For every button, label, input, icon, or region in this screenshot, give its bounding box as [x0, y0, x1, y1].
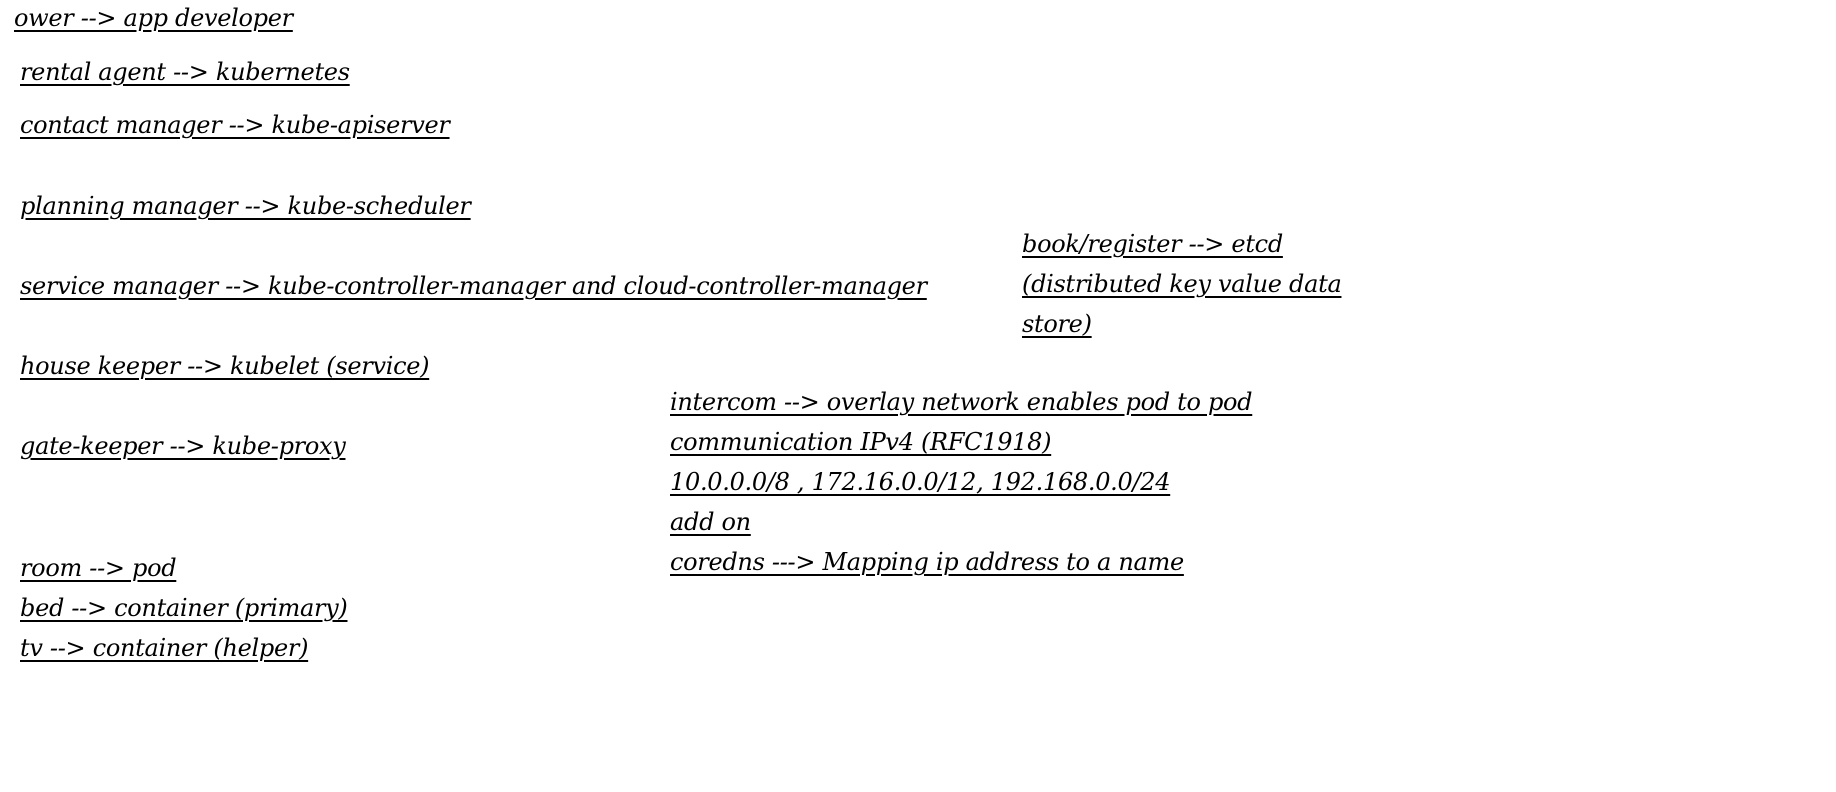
mapping-service-manager: service manager --> kube-controller-mana…	[20, 272, 927, 300]
etcd-note-line: book/register --> etcd	[1022, 230, 1283, 258]
mapping-house-keeper: house keeper --> kubelet (service)	[20, 352, 430, 380]
mapping-owner: ower --> app developer	[14, 4, 293, 32]
network-note-line: coredns ---> Mapping ip address to a nam…	[670, 548, 1184, 576]
mapping-rental-agent: rental agent --> kubernetes	[20, 58, 350, 86]
network-note-line: add on	[670, 508, 751, 536]
mapping-room: room --> pod	[20, 554, 177, 582]
mapping-bed: bed --> container (primary)	[20, 594, 348, 622]
mapping-gate-keeper: gate-keeper --> kube-proxy	[20, 432, 346, 460]
etcd-note-line: (distributed key value data	[1022, 270, 1342, 298]
mapping-tv: tv --> container (helper)	[20, 634, 309, 662]
etcd-note: book/register --> etcd (distributed key …	[1022, 224, 1342, 344]
etcd-note-line: store)	[1022, 310, 1092, 338]
network-note: intercom --> overlay network enables pod…	[670, 382, 1253, 582]
network-note-line: 10.0.0.0/8 , 172.16.0.0/12, 192.168.0.0/…	[670, 468, 1171, 496]
mapping-contact-manager: contact manager --> kube-apiserver	[20, 111, 450, 139]
network-note-line: intercom --> overlay network enables pod…	[670, 388, 1253, 416]
network-note-line: communication IPv4 (RFC1918)	[670, 428, 1052, 456]
mapping-planning-manager: planning manager --> kube-scheduler	[20, 192, 471, 220]
